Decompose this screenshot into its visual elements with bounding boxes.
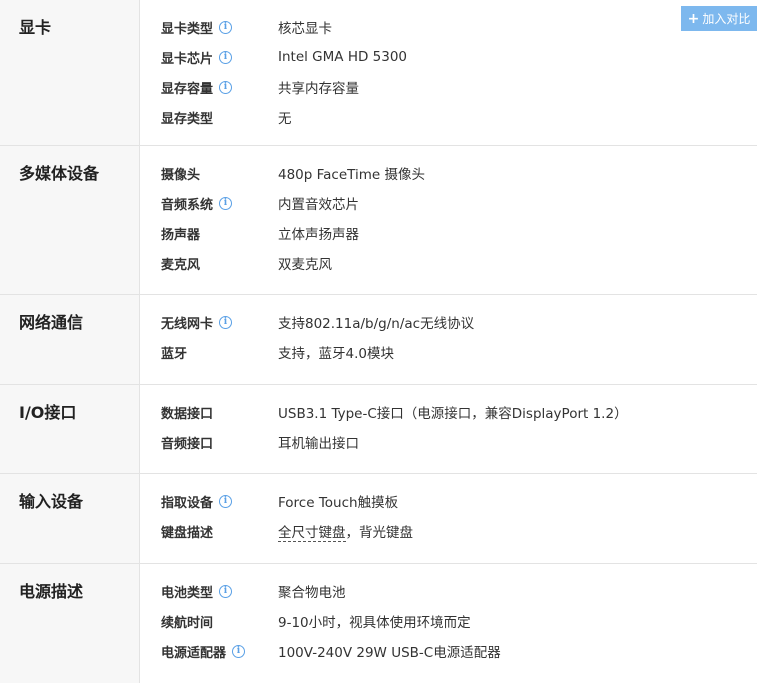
spec-row: 音频接口 耳机输出接口 [140,427,757,457]
spec-label: 蓝牙 [161,346,188,362]
spec-value: 无 [278,111,292,127]
section-title: 电源描述 [0,564,140,683]
spec-row: 无线网卡 i 支持802.11a/b/g/n/ac无线协议 [140,307,757,337]
spec-label: 数据接口 [161,406,214,422]
spec-row: 麦克风 双麦克风 [140,248,757,278]
info-icon[interactable]: i [219,584,233,598]
spec-label: 无线网卡 [161,316,214,332]
spec-label: 显卡类型 [161,21,214,37]
spec-value: 支持，蓝牙4.0模块 [278,346,394,362]
spec-label: 麦克风 [161,257,201,273]
section-title: I/O接口 [0,385,140,473]
spec-row: 电源适配器 i 100V-240V 29W USB-C电源适配器 [140,636,757,666]
spec-value: 聚合物电池 [278,585,346,601]
spec-label: 电源适配器 [161,645,227,661]
spec-row: 电池类型 i 聚合物电池 [140,576,757,606]
info-icon[interactable]: i [219,80,233,94]
info-icon[interactable]: i [219,315,233,329]
spec-row: 显存容量 i 共享内存容量 [140,72,757,102]
spec-value: Force Touch触摸板 [278,495,399,511]
plus-icon: + [687,10,700,27]
section-power: 电源描述 电池类型 i 聚合物电池 续航时间 9-10小时，视具体使用环境而定 电… [0,564,757,683]
spec-label: 键盘描述 [161,525,214,541]
spec-value-rest: ，背光键盘 [345,525,414,541]
spec-label: 续航时间 [161,615,214,631]
spec-label: 指取设备 [161,495,214,511]
spec-row: 键盘描述 全尺寸键盘，背光键盘 [140,516,757,546]
spec-row: 扬声器 立体声扬声器 [140,218,757,248]
section-network: 网络通信 无线网卡 i 支持802.11a/b/g/n/ac无线协议 蓝牙 支持，… [0,295,757,385]
info-icon[interactable]: i [219,494,233,508]
spec-value: Intel GMA HD 5300 [278,49,408,65]
info-icon[interactable]: i [219,196,233,210]
spec-row: 显卡芯片 i Intel GMA HD 5300 [140,42,757,72]
section-io: I/O接口 数据接口 USB3.1 Type-C接口（电源接口，兼容Displa… [0,385,757,474]
spec-value: 9-10小时，视具体使用环境而定 [278,615,471,631]
spec-label: 音频系统 [161,197,214,213]
info-icon[interactable]: i [219,20,233,34]
spec-row: 续航时间 9-10小时，视具体使用环境而定 [140,606,757,636]
section-title: 网络通信 [0,295,140,384]
spec-label: 摄像头 [161,167,201,183]
add-to-compare-button[interactable]: + 加入对比 [681,6,757,31]
spec-label: 电池类型 [161,585,214,601]
spec-label: 音频接口 [161,436,214,452]
spec-label: 显存类型 [161,111,214,127]
spec-value: 内置音效芯片 [278,197,359,213]
spec-value: 耳机输出接口 [278,436,359,452]
keyboard-spec-link[interactable]: 全尺寸键盘 [278,525,346,542]
section-multimedia: 多媒体设备 摄像头 480p FaceTime 摄像头 音频系统 i 内置音效芯片… [0,146,757,295]
spec-value: 核芯显卡 [278,21,332,37]
spec-label: 扬声器 [161,227,201,243]
spec-row: 音频系统 i 内置音效芯片 [140,188,757,218]
spec-table: 显卡 显卡类型 i 核芯显卡 显卡芯片 i Intel GMA HD 5300 显存… [0,0,757,683]
spec-value: 全尺寸键盘，背光键盘 [278,521,414,542]
add-to-compare-label: 加入对比 [702,12,751,26]
spec-value: 支持802.11a/b/g/n/ac无线协议 [278,316,475,332]
section-input: 输入设备 指取设备 i Force Touch触摸板 键盘描述 全尺寸键盘，背光键… [0,474,757,564]
spec-value: 立体声扬声器 [278,227,359,243]
section-graphics: 显卡 显卡类型 i 核芯显卡 显卡芯片 i Intel GMA HD 5300 显存… [0,0,757,146]
section-title: 显卡 [0,0,140,145]
spec-row: 显卡类型 i 核芯显卡 [140,12,757,42]
info-icon[interactable]: i [219,50,233,64]
section-title: 输入设备 [0,474,140,563]
spec-label: 显卡芯片 [161,51,214,67]
spec-value: 共享内存容量 [278,81,359,97]
spec-value: 双麦克风 [278,257,332,273]
spec-value: USB3.1 Type-C接口（电源接口，兼容DisplayPort 1.2） [278,406,628,422]
spec-value: 100V-240V 29W USB-C电源适配器 [278,645,501,661]
spec-row: 显存类型 无 [140,102,757,132]
spec-row: 蓝牙 支持，蓝牙4.0模块 [140,337,757,367]
info-icon[interactable]: i [232,644,246,658]
spec-value: 480p FaceTime 摄像头 [278,167,425,183]
spec-row: 指取设备 i Force Touch触摸板 [140,486,757,516]
spec-row: 摄像头 480p FaceTime 摄像头 [140,158,757,188]
section-title: 多媒体设备 [0,146,140,294]
spec-label: 显存容量 [161,81,214,97]
spec-row: 数据接口 USB3.1 Type-C接口（电源接口，兼容DisplayPort … [140,397,757,427]
